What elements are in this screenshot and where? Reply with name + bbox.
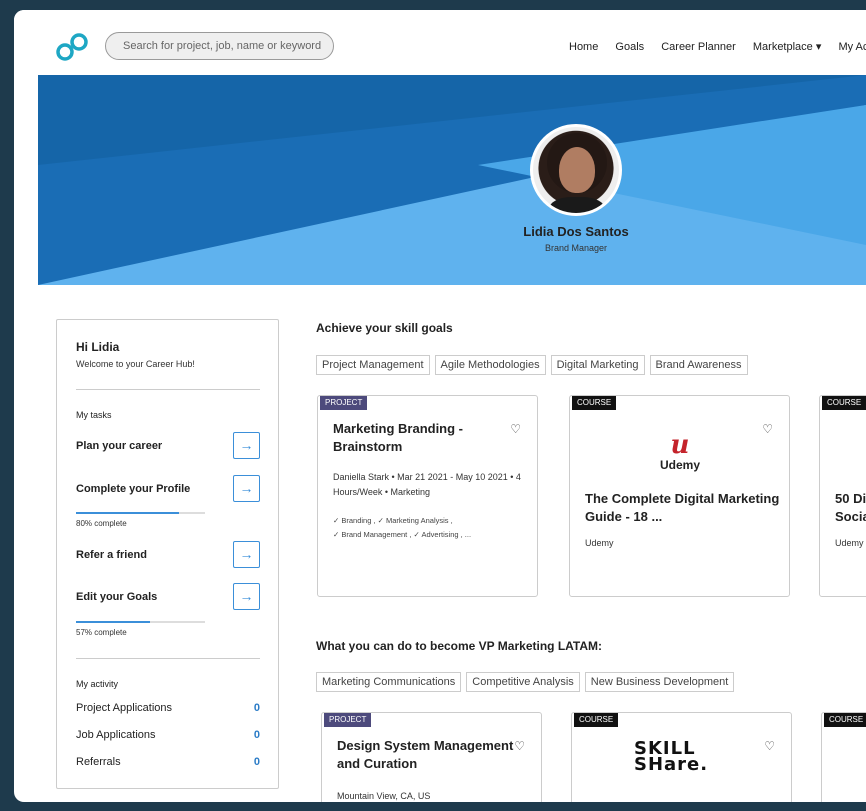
- heart-icon[interactable]: ♡: [762, 422, 773, 436]
- divider: [76, 658, 260, 659]
- course-card[interactable]: COURSE ♡ u Udemy The Complete Digital Ma…: [569, 395, 790, 597]
- task-label: Refer a friend: [76, 549, 147, 561]
- welcome-text: Welcome to your Career Hub!: [76, 359, 195, 369]
- arrow-right-icon[interactable]: →: [233, 432, 260, 459]
- banner-background: [38, 75, 866, 285]
- main-nav: Home Goals Career Planner Marketplace ▾ …: [569, 40, 866, 53]
- activity-project-applications[interactable]: Project Applications 0: [76, 702, 260, 714]
- tag-line: ✓ Brand Management , ✓ Advertising , ...: [333, 530, 472, 539]
- card-title: Design System Management and Curation: [337, 738, 514, 771]
- avatar[interactable]: [530, 124, 622, 216]
- app-window: Search for project, job, name or keyword…: [14, 10, 866, 802]
- card-title: 50 Di Socia: [835, 491, 866, 524]
- logo-text: SHare.: [634, 754, 709, 775]
- task-label: Edit your Goals: [76, 591, 158, 603]
- vp-chips: Marketing Communications Competitive Ana…: [316, 672, 735, 692]
- heart-icon[interactable]: ♡: [510, 422, 521, 436]
- profile-progress-bar: [76, 512, 205, 514]
- task-refer-friend[interactable]: Refer a friend →: [76, 541, 260, 569]
- progress-fill: [76, 621, 150, 623]
- card-tags: ✓ Branding , ✓ Marketing Analysis , ✓ Br…: [333, 514, 528, 542]
- task-edit-goals[interactable]: Edit your Goals →: [76, 583, 260, 611]
- top-navigation-bar: Search for project, job, name or keyword…: [14, 10, 866, 75]
- skill-chip[interactable]: Competitive Analysis: [466, 672, 580, 692]
- card-meta: Daniella Stark • Mar 21 2021 - May 10 20…: [333, 472, 521, 497]
- card-location: Mountain View, CA, US: [337, 791, 431, 801]
- activity-referrals[interactable]: Referrals 0: [76, 756, 260, 768]
- goals-progress-text: 57% complete: [76, 628, 127, 637]
- task-plan-career[interactable]: Plan your career →: [76, 432, 260, 460]
- arrow-right-icon[interactable]: →: [233, 541, 260, 568]
- nav-goals[interactable]: Goals: [615, 41, 644, 53]
- heart-icon[interactable]: ♡: [514, 739, 525, 753]
- vp-goals-title: What you can do to become VP Marketing L…: [316, 639, 603, 653]
- goals-progress-bar: [76, 621, 205, 623]
- course-badge: COURSE: [574, 713, 619, 727]
- skill-chip[interactable]: Marketing Communications: [316, 672, 462, 692]
- task-label: Complete your Profile: [76, 483, 191, 495]
- app-logo[interactable]: [54, 32, 90, 62]
- skill-chip[interactable]: New Business Development: [584, 672, 735, 692]
- skill-goals-title: Achieve your skill goals: [316, 321, 453, 335]
- task-complete-profile[interactable]: Complete your Profile →: [76, 475, 260, 503]
- skill-chips: Project Management Agile Methodologies D…: [316, 355, 748, 375]
- activity-count: 0: [253, 729, 260, 741]
- udemy-logo: u Udemy: [650, 432, 710, 472]
- skill-chip[interactable]: Digital Marketing: [550, 355, 645, 375]
- sidebar-panel: Hi Lidia Welcome to your Career Hub! My …: [56, 319, 279, 789]
- profile-banner: [38, 75, 866, 285]
- profile-name: Lidia Dos Santos: [523, 224, 629, 239]
- activity-job-applications[interactable]: Job Applications 0: [76, 729, 260, 741]
- project-card[interactable]: PROJECT Marketing Branding - Brainstorm …: [317, 395, 538, 597]
- course-card[interactable]: COURSE 50 Di Socia Udemy: [819, 395, 866, 597]
- tag-line: ✓ Branding , ✓ Marketing Analysis ,: [333, 516, 453, 525]
- greeting: Hi Lidia: [76, 340, 120, 354]
- course-badge: COURSE: [572, 396, 617, 410]
- arrow-right-icon[interactable]: →: [233, 475, 260, 502]
- heart-icon[interactable]: ♡: [764, 739, 775, 753]
- project-badge: PROJECT: [324, 713, 372, 727]
- skill-chip[interactable]: Agile Methodologies: [434, 355, 546, 375]
- activity-label: Referrals: [76, 756, 121, 768]
- project-badge: PROJECT: [320, 396, 368, 410]
- card-title: Marketing Branding - Brainstorm: [333, 421, 464, 454]
- activity-label: Job Applications: [76, 729, 156, 741]
- nav-marketplace[interactable]: Marketplace ▾: [753, 41, 822, 53]
- activity-count: 0: [253, 756, 260, 768]
- card-provider: Udemy: [585, 538, 614, 548]
- arrow-right-icon[interactable]: →: [233, 583, 260, 610]
- profile-progress-text: 80% complete: [76, 519, 127, 528]
- activity-label: Project Applications: [76, 702, 172, 714]
- card-provider: Udemy: [835, 538, 864, 548]
- course-badge: COURSE: [824, 713, 866, 727]
- nav-career-planner[interactable]: Career Planner: [661, 41, 736, 53]
- search-input[interactable]: Search for project, job, name or keyword: [105, 32, 334, 60]
- divider: [76, 389, 260, 390]
- nav-my-account[interactable]: My Ac: [838, 41, 866, 53]
- activity-count: 0: [253, 702, 260, 714]
- course-badge: COURSE: [822, 396, 866, 410]
- skillshare-logo: SKILL SHare.: [634, 740, 709, 775]
- project-card[interactable]: PROJECT Design System Management and Cur…: [321, 712, 542, 802]
- course-card[interactable]: COURSE ♡ SKILL SHare.: [571, 712, 792, 802]
- card-title: The Complete Digital Marketing Guide - 1…: [585, 491, 780, 524]
- task-label: Plan your career: [76, 440, 163, 452]
- my-activity-heading: My activity: [76, 679, 119, 689]
- logo-text: Udemy: [659, 458, 700, 472]
- skill-chip[interactable]: Brand Awareness: [649, 355, 748, 375]
- profile-role: Brand Manager: [544, 243, 608, 253]
- skill-chip[interactable]: Project Management: [316, 355, 430, 375]
- my-tasks-heading: My tasks: [76, 410, 112, 420]
- course-card[interactable]: COURSE: [821, 712, 866, 802]
- progress-fill: [76, 512, 180, 514]
- nav-home[interactable]: Home: [569, 41, 598, 53]
